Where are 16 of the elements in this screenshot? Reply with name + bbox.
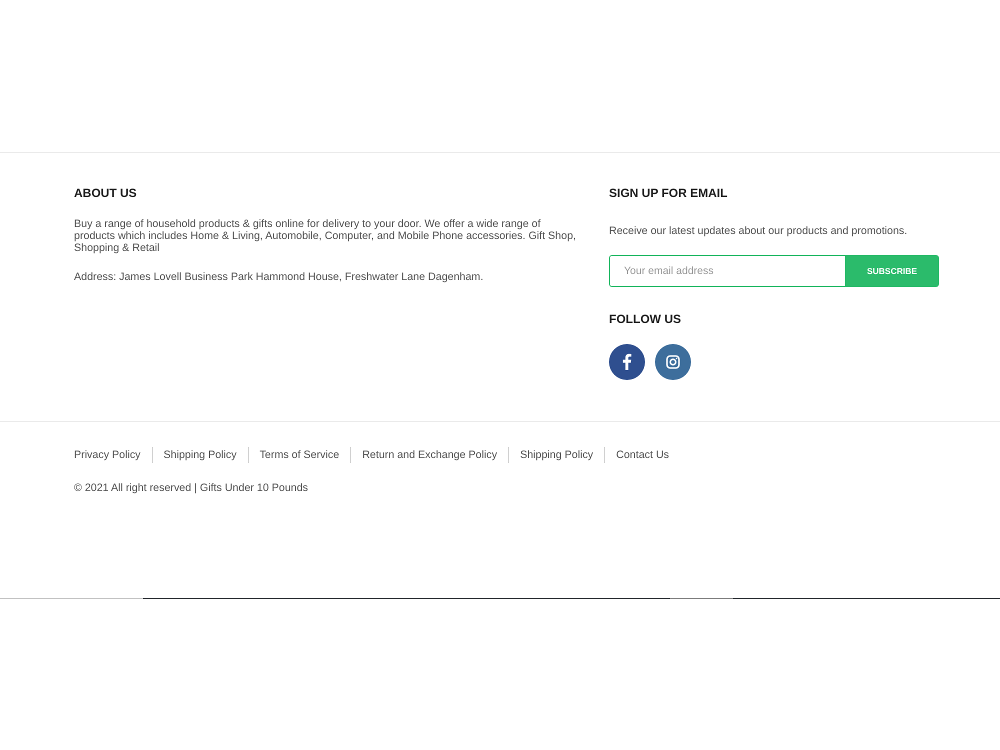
about-heading: ABOUT US [74, 186, 138, 200]
newsletter-text: Receive our latest updates about our products and promotions. [609, 225, 908, 237]
address-text: Address: James Lovell Business Park Hammond House, Freshwater Lane Dagenham. [74, 271, 484, 283]
email-field[interactable]: Your email address [609, 255, 845, 287]
footer-link[interactable]: Privacy Policy [74, 448, 141, 462]
footer-link[interactable]: Return and Exchange Policy [362, 448, 498, 462]
footer-link[interactable]: Terms of Service [260, 448, 340, 462]
footer-link[interactable]: Contact Us [616, 448, 670, 462]
about-description: Buy a range of household products & gifts online for delivery to your door. We offer a wide range of products which includes Home & Living, Automobile, Computer, and Mobile Phone accessories. Gift Shop, Shopping & Retail [74, 218, 577, 254]
footer-link[interactable]: Shipping Policy [520, 448, 594, 462]
newsletter-heading: SIGN UP FOR EMAIL [609, 186, 728, 200]
footer-link[interactable]: Shipping Policy [164, 448, 237, 462]
follow-heading: FOLLOW US [609, 312, 682, 326]
instagram-icon[interactable] [655, 344, 691, 380]
facebook-icon[interactable] [609, 344, 645, 380]
copyright-text: © 2021 All right reserved | Gifts Under 10 Pounds [74, 482, 310, 494]
